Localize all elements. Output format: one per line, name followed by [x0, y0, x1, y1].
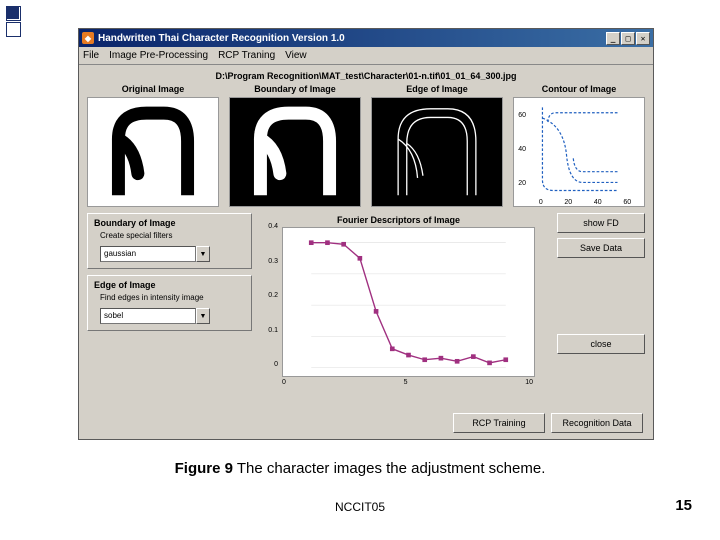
show-fd-button[interactable]: show FD — [557, 213, 645, 233]
contour-image-title: Contour of Image — [513, 84, 645, 94]
close-app-button[interactable]: close — [557, 334, 645, 354]
panel-edge-title: Edge of Image — [94, 280, 245, 290]
boundary-image-title: Boundary of Image — [229, 84, 361, 94]
contour-image-col: Contour of Image 20 40 60 0 20 — [513, 84, 645, 207]
contour-y-axis: 20 40 60 — [514, 98, 528, 201]
menubar[interactable]: File Image Pre-Processing RCP Traning Vi… — [79, 47, 653, 65]
fourier-chart-panel: Fourier Descriptors of Image 0 0.1 0.2 0… — [260, 213, 537, 388]
bottom-button-row: RCP Training Recognition Data — [453, 413, 643, 433]
boundary-image — [229, 97, 361, 207]
slide-bullet-decor — [6, 6, 19, 38]
bullet-solid — [6, 6, 19, 19]
fourier-x-axis: 0 5 10 — [282, 379, 533, 386]
fourier-chart-title: Fourier Descriptors of Image — [262, 215, 535, 225]
footer-text: NCCIT05 — [0, 500, 720, 514]
edge-image — [371, 97, 503, 207]
panel-edge: Edge of Image Find edges in intensity im… — [87, 275, 252, 331]
file-path-label: D:\Program Recognition\MAT_test\Characte… — [87, 71, 645, 81]
edge-method-value: sobel — [100, 308, 196, 324]
edge-image-col: Edge of Image — [371, 84, 503, 207]
chevron-down-icon[interactable]: ▼ — [196, 308, 210, 324]
panel-boundary-title: Boundary of Image — [94, 218, 245, 228]
maximize-button[interactable]: □ — [621, 32, 635, 45]
image-row: Original Image Boundary of Image — [87, 84, 645, 207]
menu-view[interactable]: View — [285, 50, 307, 61]
rcp-training-button[interactable]: RCP Training — [453, 413, 545, 433]
close-button[interactable]: ✕ — [636, 32, 650, 45]
panel-edge-sub: Find edges in intensity image — [100, 293, 245, 302]
menu-file[interactable]: File — [83, 50, 99, 61]
figure-caption: Figure 9 The character images the adjust… — [0, 460, 720, 477]
contour-x-axis: 0 20 40 60 — [528, 199, 642, 206]
content-area: D:\Program Recognition\MAT_test\Characte… — [79, 65, 653, 439]
panel-boundary: Boundary of Image Create special filters… — [87, 213, 252, 269]
boundary-filter-value: gaussian — [100, 246, 196, 262]
bullet-outline — [6, 22, 19, 35]
side-button-column: show FD Save Data close — [545, 213, 645, 354]
titlebar: ◆ Handwritten Thai Character Recognition… — [79, 29, 653, 47]
window-title: Handwritten Thai Character Recognition V… — [98, 33, 606, 44]
save-data-button[interactable]: Save Data — [557, 238, 645, 258]
minimize-button[interactable]: _ — [606, 32, 620, 45]
boundary-image-col: Boundary of Image — [229, 84, 361, 207]
page-number: 15 — [675, 497, 692, 514]
original-image-title: Original Image — [87, 84, 219, 94]
original-image — [87, 97, 219, 207]
menu-image-preprocessing[interactable]: Image Pre-Processing — [109, 50, 208, 61]
original-image-col: Original Image — [87, 84, 219, 207]
fourier-chart — [282, 227, 535, 377]
menu-rcp-training[interactable]: RCP Traning — [218, 50, 275, 61]
edge-image-title: Edge of Image — [371, 84, 503, 94]
fourier-y-axis: 0 0.1 0.2 0.3 0.4 — [260, 223, 278, 368]
panel-boundary-sub: Create special filters — [100, 231, 245, 240]
recognition-data-button[interactable]: Recognition Data — [551, 413, 643, 433]
chevron-down-icon[interactable]: ▼ — [196, 246, 210, 262]
edge-method-select[interactable]: sobel ▼ — [100, 308, 210, 324]
lower-row: Boundary of Image Create special filters… — [87, 213, 645, 388]
app-icon: ◆ — [82, 32, 94, 44]
contour-image: 20 40 60 0 20 40 60 — [513, 97, 645, 207]
boundary-filter-select[interactable]: gaussian ▼ — [100, 246, 210, 262]
app-window: ◆ Handwritten Thai Character Recognition… — [78, 28, 654, 440]
figure-text: The character images the adjustment sche… — [233, 460, 545, 477]
figure-label: Figure 9 — [175, 460, 233, 477]
